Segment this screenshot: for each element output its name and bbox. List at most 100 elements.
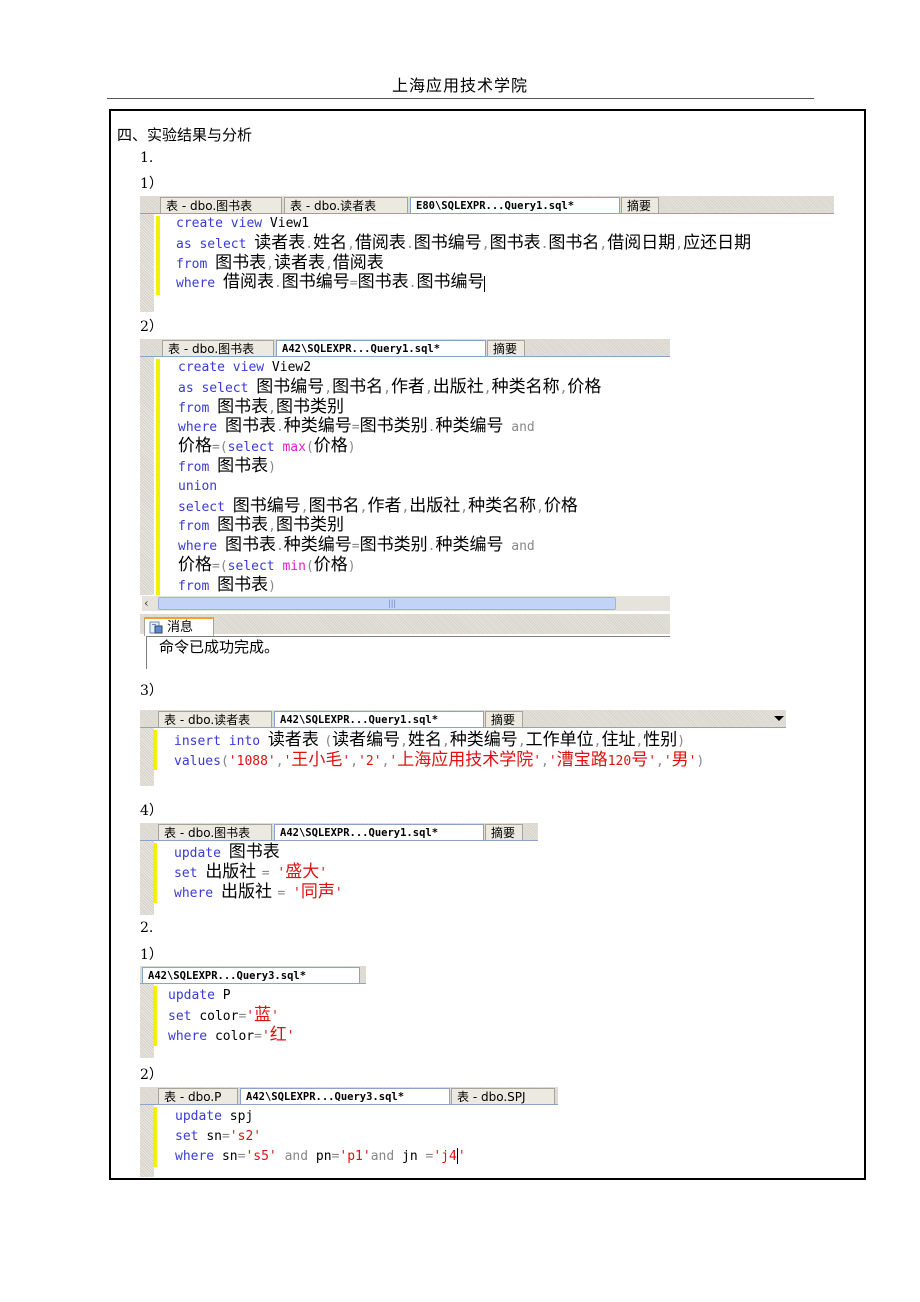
code-area[interactable]: update Pset color='蓝' where color='红' <box>168 986 366 1045</box>
sql-operator: , <box>675 236 684 252</box>
editor-tab[interactable]: A42\SQLEXPR...Query1.sql* <box>274 711 484 727</box>
code-line: from 图书表) <box>178 456 670 477</box>
editor-tab[interactable]: 表 - dbo.P <box>158 1088 238 1104</box>
sql-string: ' <box>648 753 657 769</box>
editor-tab[interactable]: E80\SQLEXPR...Query1.sql* <box>410 197 620 213</box>
sql-keyword: create view <box>176 216 270 231</box>
sql-identifier: 图书表 <box>215 252 267 273</box>
step-label: 2） <box>140 1067 163 1083</box>
tab-dropdown-icon[interactable] <box>774 716 784 721</box>
sql-string: 'j4 <box>433 1148 457 1164</box>
sql-operator: = <box>349 276 358 292</box>
change-marker <box>153 843 157 903</box>
sql-operator: = <box>261 865 278 881</box>
sql-function: max <box>282 440 306 456</box>
sql-identifier: 作者 <box>390 376 425 397</box>
code-area[interactable]: update spj set sn='s2' where sn='s5' and p… <box>175 1107 558 1166</box>
code-area[interactable]: create view View1 as select 读者表.姓名,借阅表.图书… <box>176 214 834 293</box>
sql-operator: = <box>221 1128 230 1144</box>
sql-editor-update-books[interactable]: 表 - dbo.图书表 A42\SQLEXPR...Query1.sql* 摘要 u… <box>140 823 538 915</box>
sql-identifier: 图书表 <box>224 416 276 437</box>
sql-string: ' <box>688 753 697 769</box>
sql-keyword: as select <box>178 380 257 396</box>
editor-tab[interactable]: A42\SQLEXPR...Query3.sql* <box>240 1088 450 1104</box>
sql-operator: , <box>460 499 469 515</box>
sql-identifier: 图书编号 <box>281 272 350 293</box>
sql-identifier: 图书表 <box>217 515 269 536</box>
code-line: set color='蓝' <box>168 1005 366 1026</box>
sql-string: ' <box>271 1008 279 1024</box>
sql-string: 漕宝路 <box>556 749 608 770</box>
code-line: create view View1 <box>176 214 834 234</box>
sql-identifier: 图书类别 <box>359 416 428 437</box>
sql-keyword: from <box>178 578 218 594</box>
code-line: union <box>178 477 670 497</box>
sql-string: 红 <box>269 1024 287 1045</box>
messages-tab[interactable]: 消息 <box>144 617 214 636</box>
sql-string: 's2' <box>229 1128 262 1144</box>
horizontal-scrollbar[interactable]: ‹ ||| <box>142 596 670 611</box>
sql-keyword: from <box>178 519 218 535</box>
sql-identifier: 读者表 <box>267 730 325 750</box>
editor-tab[interactable]: 摘要 <box>487 340 525 356</box>
sql-string: ' <box>261 1028 270 1044</box>
sql-identifier: jn <box>402 1148 426 1164</box>
sql-identifier: 出版社 <box>205 861 262 882</box>
code-area[interactable]: insert into 读者表 (读者编号,姓名,种类编号,工作单位,住址,性别… <box>174 730 786 771</box>
code-line: where 出版社 = '同声' <box>174 882 538 903</box>
sql-operator: =( <box>212 440 228 456</box>
step-label: 1） <box>140 176 163 192</box>
editor-tab[interactable]: 摘要 <box>485 711 523 727</box>
editor-tab[interactable]: 摘要 <box>485 824 523 840</box>
editor-tabbar: 表 - dbo.图书表表 - dbo.读者表 E80\SQLEXPR...Quer… <box>140 196 834 214</box>
sql-operator: ) <box>268 578 276 594</box>
sql-string: ' <box>293 885 301 901</box>
editor-tab[interactable]: 表 - dbo.读者表 <box>284 197 408 213</box>
code-area[interactable]: update 图书表 set 出版社 = '盛大' where 出版社 = '同声' <box>174 842 538 903</box>
scrollbar-thumb[interactable] <box>158 597 616 610</box>
sql-identifier: 读者表 <box>273 252 325 273</box>
editor-tab[interactable]: 表 - dbo.图书表 <box>158 824 272 840</box>
sql-identifier: color <box>214 1028 255 1044</box>
scroll-left-icon[interactable]: ‹ <box>144 596 149 611</box>
editor-tab[interactable]: 表 - dbo.SPJ <box>451 1088 555 1104</box>
sql-identifier: 姓名 <box>313 232 348 253</box>
sql-editor-view1[interactable]: 表 - dbo.图书表表 - dbo.读者表 E80\SQLEXPR...Quer… <box>140 196 834 312</box>
sql-identifier: 借阅日期 <box>607 232 676 253</box>
editor-tab[interactable]: 表 - dbo.图书表 <box>160 197 282 213</box>
code-line: select 图书编号,图书名,作者,出版社,种类名称,价格 <box>178 495 670 517</box>
code-line: as select 图书编号,图书名,作者,出版社,种类名称,价格 <box>178 376 670 398</box>
text-caret <box>484 275 486 292</box>
sql-operator: , <box>275 753 284 769</box>
sql-editor-view2[interactable]: 表 - dbo.图书表 A42\SQLEXPR...Query1.sql* 摘要 c… <box>140 339 670 669</box>
sql-operator: , <box>324 380 333 396</box>
sql-identifier: 价格 <box>543 495 578 516</box>
sql-identifier: 价格 <box>313 554 348 575</box>
sql-operator: and <box>503 539 535 555</box>
editor-tab[interactable]: A42\SQLEXPR...Query1.sql* <box>276 340 486 356</box>
sql-keyword: values <box>174 753 221 769</box>
sql-operator: ( <box>305 558 314 574</box>
sql-string: 王小毛 <box>291 749 343 770</box>
change-marker <box>153 1107 157 1167</box>
sql-keyword: as select <box>176 236 255 252</box>
editor-tab[interactable]: 表 - dbo.读者表 <box>158 711 272 727</box>
sql-string: ' <box>457 1148 466 1164</box>
editor-tab[interactable]: 摘要 <box>621 197 659 213</box>
code-line: where 借阅表.图书编号=图书表.图书编号 <box>176 272 834 293</box>
sql-identifier: 读者编号 <box>332 730 401 750</box>
sql-editor-update-spj[interactable]: 表 - dbo.P A42\SQLEXPR...Query3.sql* 表 - db… <box>140 1087 558 1177</box>
sql-identifier: View2 <box>271 360 312 375</box>
sql-identifier: 种类编号 <box>283 416 352 437</box>
code-area[interactable]: create view View2 as select 图书编号,图书名,作者,出… <box>178 358 670 596</box>
sql-editor-update-p[interactable]: A42\SQLEXPR...Query3.sql* update Pset co… <box>140 966 366 1058</box>
editor-tab[interactable]: A42\SQLEXPR...Query3.sql* <box>142 967 360 983</box>
sql-identifier: spj <box>229 1109 254 1124</box>
document-header-title: 上海应用技术学院 <box>391 76 528 95</box>
editor-tab[interactable]: A42\SQLEXPR...Query1.sql* <box>274 824 484 840</box>
sql-identifier: sn <box>221 1148 238 1164</box>
sql-keyword: update <box>168 988 223 1003</box>
sql-editor-insert[interactable]: 表 - dbo.读者表 A42\SQLEXPR...Query1.sql* 摘要 i… <box>140 710 786 786</box>
editor-tab[interactable]: 表 - dbo.图书表 <box>162 340 274 356</box>
sql-identifier: 借阅表 <box>332 252 384 273</box>
